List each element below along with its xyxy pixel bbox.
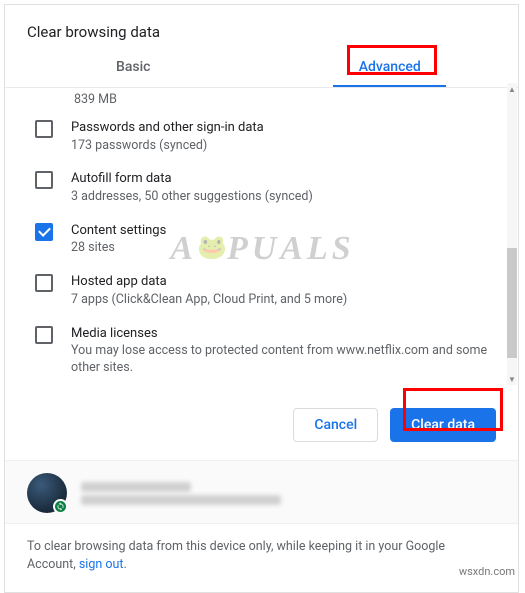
scrollbar[interactable]: ▲ ▼ xyxy=(507,83,517,385)
avatar xyxy=(27,473,67,513)
sync-badge-icon xyxy=(53,499,68,514)
dialog-actions: Cancel Clear data xyxy=(5,394,518,460)
checkbox-hosted-app-data[interactable] xyxy=(35,274,53,292)
checkbox-passwords[interactable] xyxy=(35,120,53,138)
scroll-down-arrow-icon[interactable]: ▼ xyxy=(507,373,517,385)
dialog-header: Clear browsing data xyxy=(5,5,518,47)
list-item: Autofill form data 3 addresses, 50 other… xyxy=(25,162,498,213)
item-label: Content settings xyxy=(71,222,166,240)
account-text-redacted xyxy=(81,479,281,508)
item-subtext: 3 addresses, 50 other suggestions (synce… xyxy=(71,189,313,206)
checkbox-content-settings[interactable] xyxy=(35,223,53,241)
footer-after: . xyxy=(123,557,126,572)
clear-data-button[interactable]: Clear data xyxy=(390,408,496,442)
checkbox-media-licenses[interactable] xyxy=(35,326,53,344)
checkbox-autofill[interactable] xyxy=(35,171,53,189)
list-item: Passwords and other sign-in data 173 pas… xyxy=(25,111,498,162)
attribution: wsxdn.com xyxy=(459,565,515,578)
cancel-button[interactable]: Cancel xyxy=(293,408,378,442)
footer-note: To clear browsing data from this device … xyxy=(5,523,518,592)
item-subtext: 173 passwords (synced) xyxy=(71,138,264,155)
item-label: Autofill form data xyxy=(71,170,313,188)
account-section xyxy=(5,460,518,523)
tab-strip: Basic Advanced xyxy=(5,47,518,88)
list-item: Content settings 28 sites xyxy=(25,214,498,265)
item-subtext: 28 sites xyxy=(71,240,166,257)
options-list: 839 MB Passwords and other sign-in data … xyxy=(5,88,518,394)
scroll-up-arrow-icon[interactable]: ▲ xyxy=(507,83,517,95)
scrollbar-thumb[interactable] xyxy=(507,248,517,358)
item-subtext: 7 apps (Click&Clean App, Cloud Print, an… xyxy=(71,292,347,309)
list-item: Hosted app data 7 apps (Click&Clean App,… xyxy=(25,265,498,316)
item-subtext: You may lose access to protected content… xyxy=(71,343,498,377)
item-label: Passwords and other sign-in data xyxy=(71,119,264,137)
partial-item-subtext: 839 MB xyxy=(25,92,498,111)
item-label: Media licenses xyxy=(71,325,498,343)
list-item: Media licenses You may lose access to pr… xyxy=(25,317,498,385)
clear-browsing-data-dialog: Clear browsing data Basic Advanced 839 M… xyxy=(4,4,519,593)
tab-basic[interactable]: Basic xyxy=(5,47,262,87)
sign-out-link[interactable]: sign out xyxy=(79,557,124,572)
tab-advanced[interactable]: Advanced xyxy=(262,47,519,87)
item-label: Hosted app data xyxy=(71,273,347,291)
dialog-title: Clear browsing data xyxy=(27,23,496,41)
